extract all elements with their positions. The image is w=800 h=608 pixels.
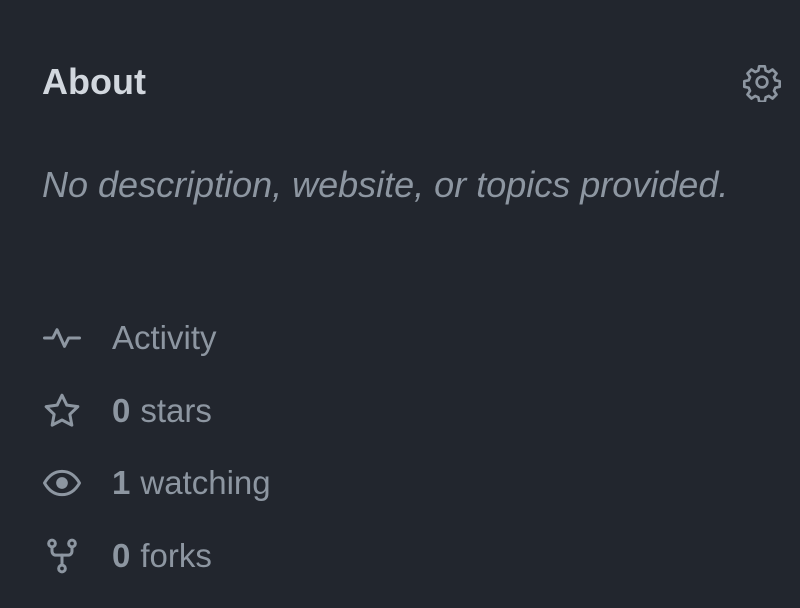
gear-icon[interactable]: [740, 60, 784, 104]
repo-description: No description, website, or topics provi…: [42, 164, 729, 205]
about-heading: About: [42, 61, 146, 102]
repo-forked-icon: [42, 536, 82, 576]
watchers-count: 1: [112, 464, 131, 501]
eye-icon: [42, 463, 82, 503]
stars-text: 0 stars: [112, 391, 212, 431]
watchers-link[interactable]: 1 watching: [42, 457, 271, 509]
repo-stats-list: Activity 0 stars 1 watching 0 forks: [42, 312, 271, 602]
watchers-label: watching: [140, 464, 271, 501]
pulse-icon: [42, 318, 82, 358]
watchers-text: 1 watching: [112, 463, 271, 503]
stars-link[interactable]: 0 stars: [42, 385, 271, 437]
forks-count: 0: [112, 536, 131, 574]
activity-label: Activity: [112, 319, 217, 356]
activity-link[interactable]: Activity: [42, 312, 271, 364]
stars-label: stars: [140, 391, 212, 429]
forks-label: forks: [140, 536, 212, 574]
forks-link[interactable]: 0 forks: [42, 530, 271, 582]
forks-text: 0 forks: [112, 536, 212, 576]
stars-count: 0: [112, 391, 131, 429]
star-icon: [42, 391, 82, 431]
about-panel: About No description, website, or topics…: [0, 0, 800, 608]
